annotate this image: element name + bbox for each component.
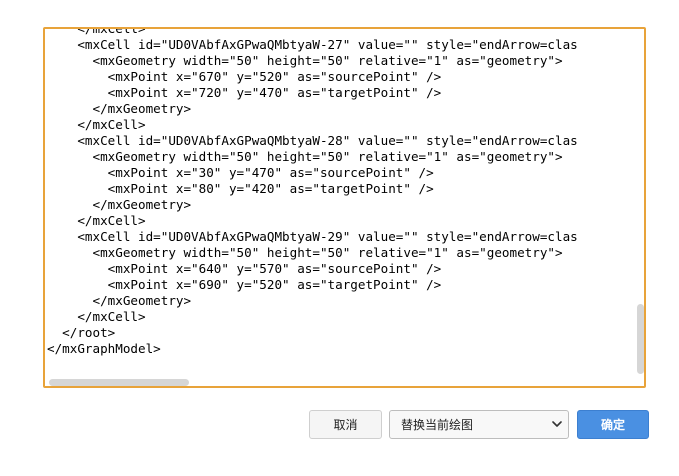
code-line: </mxCell> xyxy=(47,117,146,132)
code-line: <mxCell id="UD0VAbfAxGPwaQMbtyaW-28" val… xyxy=(47,133,578,148)
cancel-button[interactable]: 取消 xyxy=(309,410,382,439)
code-line: </mxGraphModel> xyxy=(47,341,161,356)
code-line: <mxPoint x="720" y="470" as="targetPoint… xyxy=(47,85,442,100)
chevron-down-icon xyxy=(552,421,562,427)
xml-editor[interactable]: </mxCell> <mxCell id="UD0VAbfAxGPwaQMbty… xyxy=(43,27,646,388)
code-line: <mxCell id="UD0VAbfAxGPwaQMbtyaW-29" val… xyxy=(47,229,578,244)
code-line: <mxPoint x="640" y="570" as="sourcePoint… xyxy=(47,261,442,276)
code-line: <mxPoint x="30" y="470" as="sourcePoint"… xyxy=(47,165,434,180)
code-line: <mxPoint x="670" y="520" as="sourcePoint… xyxy=(47,69,442,84)
code-line: </mxGeometry> xyxy=(47,101,192,116)
import-mode-select-value: 替换当前绘图 xyxy=(401,418,474,432)
code-line: </mxGeometry> xyxy=(47,293,192,308)
code-line: </mxGeometry> xyxy=(47,197,192,212)
code-line: <mxGeometry width="50" height="50" relat… xyxy=(47,245,563,260)
vertical-scrollbar[interactable] xyxy=(637,304,644,374)
import-mode-select[interactable]: 替换当前绘图 xyxy=(389,410,569,439)
ok-button[interactable]: 确定 xyxy=(577,410,649,439)
code-line: </mxCell> xyxy=(47,27,146,36)
code-line: <mxPoint x="690" y="520" as="targetPoint… xyxy=(47,277,442,292)
horizontal-scrollbar[interactable] xyxy=(49,379,189,386)
code-line: </mxCell> xyxy=(47,309,146,324)
code-line: <mxCell id="UD0VAbfAxGPwaQMbtyaW-27" val… xyxy=(47,37,578,52)
code-line: </root> xyxy=(47,325,116,340)
xml-code-text[interactable]: </mxCell> <mxCell id="UD0VAbfAxGPwaQMbty… xyxy=(47,27,578,357)
code-line: <mxGeometry width="50" height="50" relat… xyxy=(47,53,563,68)
code-line: <mxPoint x="80" y="420" as="targetPoint"… xyxy=(47,181,434,196)
code-line: <mxGeometry width="50" height="50" relat… xyxy=(47,149,563,164)
code-line: </mxCell> xyxy=(47,213,146,228)
